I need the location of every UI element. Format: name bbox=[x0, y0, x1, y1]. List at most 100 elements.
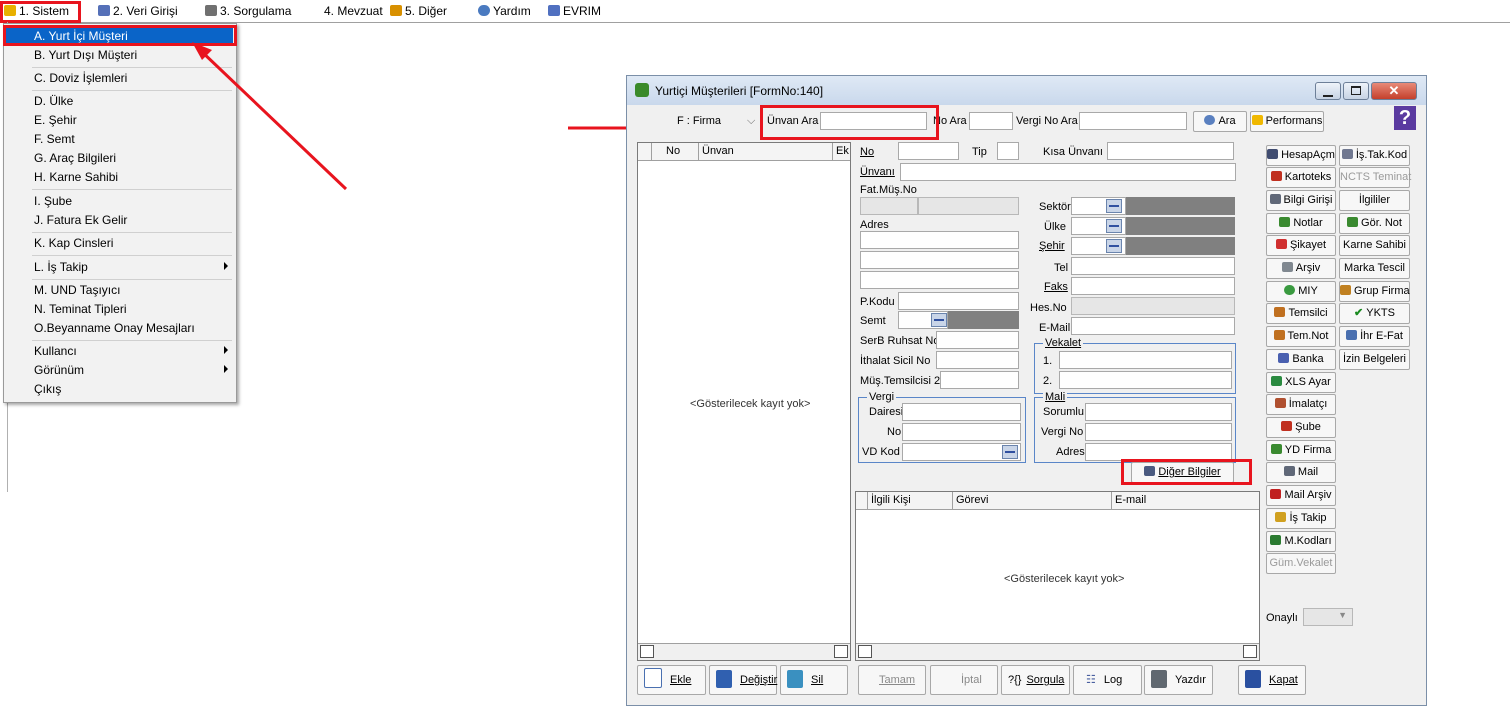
e-mail-input[interactable] bbox=[1071, 317, 1235, 335]
karne-sahibi-button[interactable]: Karne Sahibi bbox=[1339, 235, 1410, 256]
help-icon[interactable]: ? bbox=[1394, 106, 1416, 130]
col-header-gorevi[interactable]: Görevi bbox=[953, 492, 1112, 509]
yd-firma-label: YD Firma bbox=[1284, 444, 1332, 456]
col-header-ilgili-kisi[interactable]: İlgili Kişi bbox=[868, 492, 953, 509]
vekalet-row-1-input[interactable] bbox=[1059, 351, 1232, 369]
minimize-button[interactable] bbox=[1315, 82, 1341, 100]
hesapacm-button[interactable]: HesapAçm bbox=[1266, 145, 1336, 166]
fat-mus-no-input[interactable] bbox=[860, 197, 918, 215]
contact-scroll-right-button[interactable] bbox=[1243, 645, 1257, 658]
sikayet-button[interactable]: Şikayet bbox=[1266, 235, 1336, 256]
grup-firma-button[interactable]: Grup Firma bbox=[1339, 281, 1410, 302]
log-button[interactable]: ☷ Log bbox=[1073, 665, 1142, 695]
sektor-picker-icon[interactable] bbox=[1106, 199, 1122, 213]
temsilci-button[interactable]: Temsilci bbox=[1266, 303, 1336, 324]
sil-button[interactable]: Sil bbox=[780, 665, 848, 695]
sorgula-button[interactable]: ?{} Sorgula bbox=[1001, 665, 1070, 695]
ihr-e-fat-button[interactable]: İhr E-Fat bbox=[1339, 326, 1410, 347]
no-input[interactable] bbox=[898, 142, 959, 160]
tem-not-button[interactable]: Tem.Not bbox=[1266, 326, 1336, 347]
maximize-button[interactable] bbox=[1343, 82, 1369, 100]
sehir-label: Şehir bbox=[1039, 240, 1065, 252]
semt-picker-icon[interactable] bbox=[931, 313, 947, 327]
sehir-picker-icon[interactable] bbox=[1106, 239, 1122, 253]
scroll-left-button[interactable] bbox=[640, 645, 654, 658]
gum-vekalet-button[interactable]: Güm.Vekalet bbox=[1266, 553, 1336, 574]
m-kodlari-button[interactable]: M.Kodları bbox=[1266, 531, 1336, 552]
sube-button[interactable]: Şube bbox=[1266, 417, 1336, 438]
mail-button[interactable]: Mail bbox=[1266, 462, 1336, 483]
scroll-right-button[interactable] bbox=[834, 645, 848, 658]
xls-ayar-button[interactable]: XLS Ayar bbox=[1266, 372, 1336, 393]
vergi-dairesi-input[interactable] bbox=[902, 403, 1021, 421]
degistir-button[interactable]: Değiştir bbox=[709, 665, 777, 695]
no-ara-input[interactable] bbox=[969, 112, 1013, 130]
p-kodu-input[interactable] bbox=[898, 292, 1019, 310]
izin-belgeleri-button[interactable]: İzin Belgeleri bbox=[1339, 349, 1410, 370]
vekalet-row-2-input[interactable] bbox=[1059, 371, 1232, 389]
is-takip-label: İş Takip bbox=[1289, 512, 1327, 524]
notlar-button[interactable]: Notlar bbox=[1266, 213, 1336, 234]
marka-tescil-button[interactable]: Marka Tescil bbox=[1339, 258, 1410, 279]
contact-grid-header: İlgili Kişi Görevi E-mail bbox=[856, 492, 1259, 510]
is-takip-button[interactable]: İş Takip bbox=[1266, 508, 1336, 529]
grup-firma-label: Grup Firma bbox=[1354, 285, 1410, 297]
izin-belgeleri-label: İzin Belgeleri bbox=[1343, 353, 1406, 365]
tamam-button[interactable]: Tamam bbox=[858, 665, 926, 695]
col-header-e-mail[interactable]: E-mail bbox=[1112, 492, 1259, 509]
kisa-unvan-input[interactable] bbox=[1107, 142, 1234, 160]
ara-button[interactable]: Ara bbox=[1193, 111, 1247, 132]
tip-input[interactable] bbox=[997, 142, 1019, 160]
unvani-input[interactable] bbox=[900, 163, 1236, 181]
horizontal-scrollbar[interactable] bbox=[638, 643, 850, 660]
mus-temsilcisi-2-input[interactable] bbox=[940, 371, 1019, 389]
contact-grid[interactable]: İlgili Kişi Görevi E-mail <Gösterilecek … bbox=[855, 491, 1260, 661]
adres-line-1[interactable] bbox=[860, 231, 1019, 249]
ekle-button[interactable]: Ekle bbox=[637, 665, 706, 695]
chevron-down-icon[interactable]: ⌵ bbox=[747, 114, 755, 128]
tel-input[interactable] bbox=[1071, 257, 1235, 275]
vergi-no-ara-input[interactable] bbox=[1079, 112, 1187, 130]
yd-firma-button[interactable]: YD Firma bbox=[1266, 440, 1336, 461]
miy-button[interactable]: MIY bbox=[1266, 281, 1336, 302]
ithalat-sicil-no-input[interactable] bbox=[936, 351, 1019, 369]
performans-button[interactable]: Performans bbox=[1250, 111, 1324, 132]
hesapacm-label: HesapAçm bbox=[1281, 149, 1335, 161]
col-header-no[interactable]: No bbox=[652, 143, 699, 160]
faks-input[interactable] bbox=[1071, 277, 1235, 295]
contact-horizontal-scrollbar[interactable] bbox=[856, 643, 1259, 660]
mali-vergi-no-input[interactable] bbox=[1085, 423, 1232, 441]
ncts-teminat-button[interactable]: NCTS Teminat bbox=[1339, 167, 1411, 188]
yazdir-button[interactable]: Yazdır bbox=[1144, 665, 1213, 695]
grid-indicator-col bbox=[638, 143, 652, 160]
ulke-picker-icon[interactable] bbox=[1106, 219, 1122, 233]
adres-line-3[interactable] bbox=[860, 271, 1019, 289]
temsilci-label: Temsilci bbox=[1288, 307, 1328, 319]
mail-arsiv-button[interactable]: Mail Arşiv bbox=[1266, 485, 1336, 506]
gor-not-button[interactable]: Gör. Not bbox=[1339, 213, 1410, 234]
col-header-unvan[interactable]: Ünvan bbox=[699, 143, 833, 160]
bilgi-girisi-button[interactable]: Bilgi Girişi bbox=[1266, 190, 1336, 211]
group-icon bbox=[1340, 285, 1351, 295]
musteri-list-grid[interactable]: No Ünvan Ek <Gösterilecek kayıt yok> bbox=[637, 142, 851, 661]
type-select[interactable]: F : Firma bbox=[677, 114, 721, 128]
kartoteks-button[interactable]: Kartoteks bbox=[1266, 167, 1336, 188]
col-header-ek[interactable]: Ek bbox=[833, 143, 850, 160]
close-button[interactable]: ✕ bbox=[1371, 82, 1417, 100]
serb-ruhsat-no-input[interactable] bbox=[936, 331, 1019, 349]
mali-sorumlu-input[interactable] bbox=[1085, 403, 1232, 421]
arsiv-button[interactable]: Arşiv bbox=[1266, 258, 1336, 279]
contact-scroll-left-button[interactable] bbox=[858, 645, 872, 658]
adres-line-2[interactable] bbox=[860, 251, 1019, 269]
vergi-no-input[interactable] bbox=[902, 423, 1021, 441]
kapat-button[interactable]: Kapat bbox=[1238, 665, 1306, 695]
ilgililer-button[interactable]: İlgililer bbox=[1339, 190, 1410, 211]
onayli-select[interactable]: ▼ bbox=[1303, 608, 1353, 626]
ykts-button[interactable]: ✔ YKTS bbox=[1339, 303, 1410, 324]
is-tak-kod-button[interactable]: İş.Tak.Kod bbox=[1339, 145, 1410, 166]
banka-button[interactable]: Banka bbox=[1266, 349, 1336, 370]
iptal-button[interactable]: İptal bbox=[930, 665, 998, 695]
imalatci-button[interactable]: İmalatçı bbox=[1266, 394, 1336, 415]
vd-kod-picker-icon[interactable] bbox=[1002, 445, 1018, 459]
ithalat-sicil-no-label: İthalat Sicil No bbox=[860, 355, 931, 367]
